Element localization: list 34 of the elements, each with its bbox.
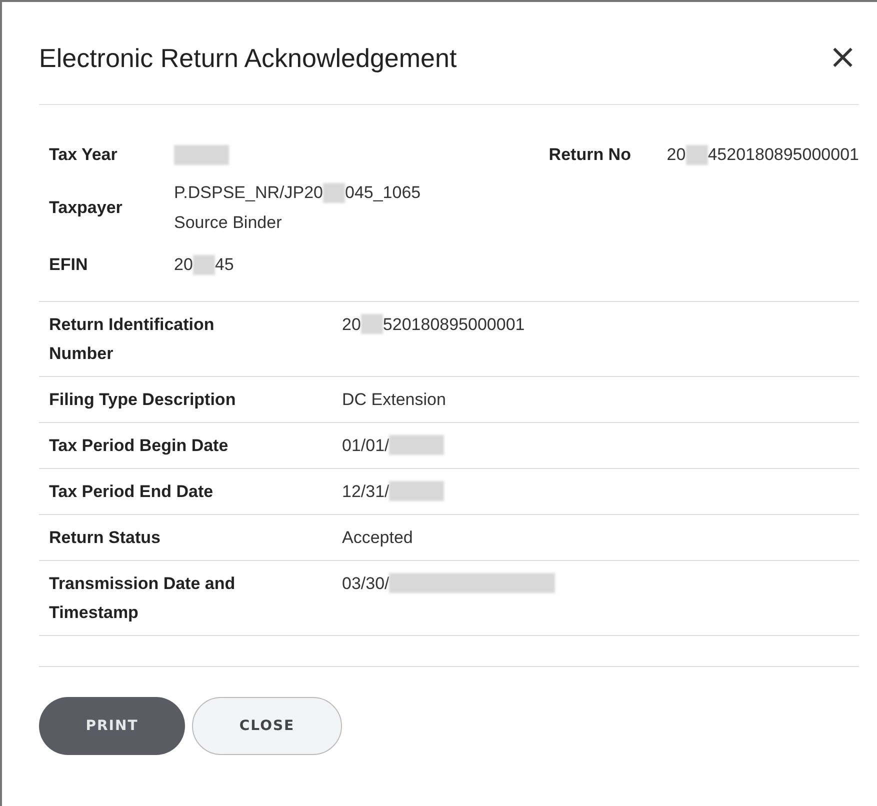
table-cell-text: Filing Type Description bbox=[49, 389, 237, 411]
table-cell-text: Accepted bbox=[342, 527, 413, 549]
table-cell-text: 01/01/ bbox=[342, 435, 390, 457]
redaction bbox=[389, 435, 444, 455]
dialog-title: Electronic Return Acknowledgement bbox=[39, 42, 457, 74]
table-cell-text: DC Extension bbox=[342, 389, 446, 411]
redaction bbox=[389, 481, 444, 501]
table-cell-text: Tax Period Begin Date bbox=[49, 435, 230, 457]
field-value: 20 bbox=[666, 145, 686, 165]
table-cell-text: Return Identification Number bbox=[49, 314, 216, 365]
redaction bbox=[322, 183, 345, 203]
field-label: Return No bbox=[548, 145, 632, 165]
field-value: Source Binder bbox=[174, 213, 282, 233]
field-label: Taxpayer bbox=[49, 198, 124, 218]
table-cell-text: Tax Period End Date bbox=[49, 481, 214, 503]
field-label: Tax Year bbox=[49, 145, 118, 165]
redaction bbox=[192, 255, 215, 275]
table-cell-text: 03/30/ bbox=[342, 573, 390, 595]
redaction bbox=[686, 145, 708, 165]
field-value: 20 bbox=[174, 255, 193, 275]
table-cell-text: Transmission Date and Timestamp bbox=[49, 573, 236, 624]
field-value: 045_1065 bbox=[344, 183, 421, 203]
redaction bbox=[174, 145, 229, 165]
table-cell-text: Return Status bbox=[49, 527, 162, 549]
field-value: 45 bbox=[214, 255, 234, 275]
close-button[interactable]: CLOSE bbox=[192, 697, 342, 755]
table-cell-text: 12/31/ bbox=[342, 481, 390, 503]
field-label: EFIN bbox=[49, 255, 89, 275]
table-cell-text: 20 bbox=[342, 314, 361, 336]
print-button[interactable]: PRINT bbox=[39, 697, 185, 755]
field-value: P.DSPSE_NR/JP20 bbox=[174, 183, 323, 203]
table-cell-text: 520180895000001 bbox=[382, 314, 525, 336]
field-value: 4520180895000001 bbox=[708, 145, 859, 165]
redaction bbox=[360, 314, 383, 334]
